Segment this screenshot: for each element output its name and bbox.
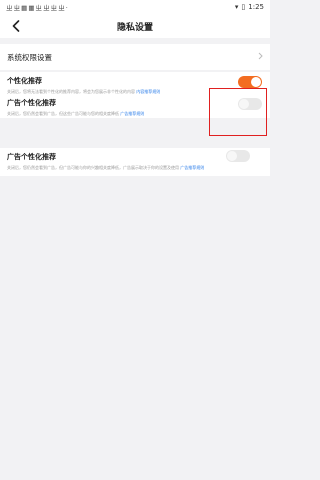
page-title: 隐私设置 (116, 22, 153, 33)
ad-personalized-desc-text: 关闭后，您仍然会看到广告，但这些广告可能与您的相关度降低 (7, 111, 119, 116)
ad-personalized-desc-2: 关闭后，您仍然会看到广告，但广告可能与你的兴趣相关度降低，广告展示取决于你的设置… (7, 165, 207, 170)
ad-personalized-title-2: 广告个性化推荐 (7, 153, 56, 161)
ad-personalized-toggle-2[interactable] (226, 150, 250, 162)
privacy-settings-screen: ㄓ ㄓ ▦ ▦ ㄓ ㄓ ㄓ ㄓ · ▾ ▯ 1:25 隐私设置 系统权限设置 个… (0, 0, 270, 480)
wifi-icon: ▾ (234, 3, 239, 11)
status-bar: ㄓ ㄓ ▦ ▦ ㄓ ㄓ ㄓ ㄓ · ▾ ▯ 1:25 (0, 0, 270, 14)
notification-icons-text: ㄓ ㄓ ▦ ▦ ㄓ ㄓ ㄓ ㄓ · (6, 4, 68, 12)
ad-rule-link-2[interactable]: 广告推荐规则 (180, 165, 204, 170)
back-arrow-icon (12, 20, 20, 32)
status-right: ▾ ▯ 1:25 (235, 3, 264, 11)
toggle-knob (251, 77, 261, 87)
chevron-right-icon (258, 52, 263, 60)
ad-rule-link[interactable]: 广告推荐规则 (120, 111, 144, 116)
personalized-title: 个性化推荐 (7, 77, 42, 85)
notification-icons: ㄓ ㄓ ▦ ▦ ㄓ ㄓ ㄓ ㄓ · (6, 2, 68, 12)
toggle-knob (227, 151, 237, 161)
app-header: 隐私设置 (0, 14, 270, 38)
back-button[interactable] (8, 17, 24, 35)
personalized-toggle[interactable] (238, 76, 262, 88)
battery-icon: ▯ (241, 3, 246, 11)
ad-personalized-desc-text-2: 关闭后，您仍然会看到广告，但广告可能与你的兴趣相关度降低，广告展示取决于你的设置… (7, 165, 179, 170)
clock: 1:25 (248, 3, 264, 11)
system-permissions-row[interactable]: 系统权限设置 (0, 44, 270, 70)
ad-personalized-desc: 关闭后，您仍然会看到广告，但这些广告可能与您的相关度降低 广告推荐规则 (7, 111, 207, 116)
highlight-box (209, 88, 267, 136)
system-permissions-label: 系统权限设置 (7, 52, 52, 62)
